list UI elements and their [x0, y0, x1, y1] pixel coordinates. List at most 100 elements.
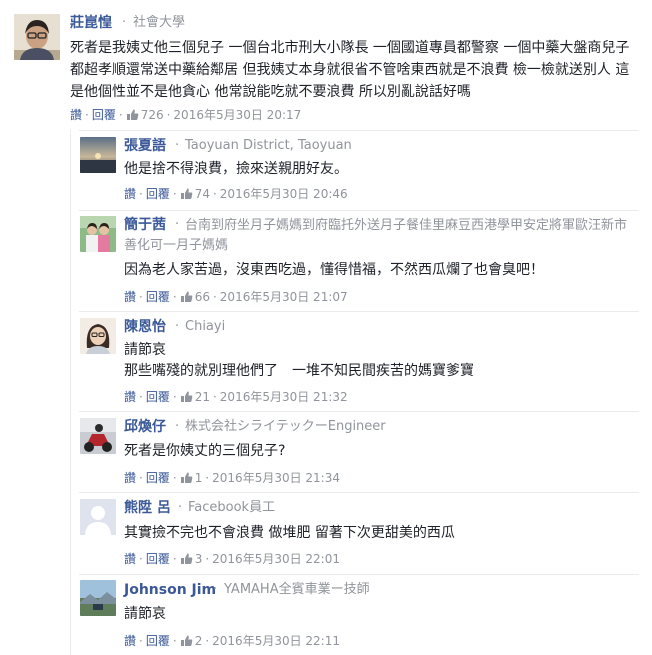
separator-dot: ·: [172, 390, 177, 404]
commenter-name[interactable]: 莊崑惶: [70, 14, 112, 32]
reply-link[interactable]: 回覆: [146, 471, 170, 485]
avatar[interactable]: [80, 580, 116, 616]
default-profile-icon: [80, 499, 116, 535]
avatar[interactable]: [80, 137, 116, 173]
comment-text: 死者是我姨丈他三個兒子 一個台北市刑大小隊長 一個國道專員都警察 一個中藥大盤商…: [70, 40, 630, 100]
like-thumb-icon: [180, 390, 193, 407]
separator-dot: ·: [212, 290, 217, 304]
reply-divider: [79, 311, 639, 312]
like-link[interactable]: 讚: [124, 187, 136, 201]
separator-dot: ·: [139, 471, 143, 485]
separator-dot: ·: [172, 471, 177, 485]
separator-dot: ·: [85, 108, 89, 122]
person-photo-icon: [14, 14, 60, 60]
separator-dot: ·: [212, 390, 217, 404]
reply-link[interactable]: 回覆: [92, 108, 116, 122]
separator-dot: ·: [175, 319, 180, 334]
like-link[interactable]: 讚: [124, 390, 136, 404]
avatar[interactable]: [80, 418, 116, 454]
like-link[interactable]: 讚: [124, 290, 136, 304]
separator-dot: ·: [205, 634, 210, 648]
separator-dot: ·: [205, 471, 210, 485]
like-count[interactable]: 66: [195, 290, 210, 304]
separator-dot: ·: [172, 552, 177, 566]
reply-thread-line: [70, 130, 71, 655]
like-thumb-icon: [180, 634, 193, 651]
separator-dot: ·: [172, 634, 177, 648]
separator-dot: ·: [172, 290, 177, 304]
commenter-meta[interactable]: Chiayi: [185, 318, 225, 336]
comment-time[interactable]: 2016年5月30日 22:11: [212, 634, 340, 648]
separator-dot: ·: [178, 500, 183, 515]
comment-time[interactable]: 2016年5月30日 21:34: [212, 471, 340, 485]
like-link[interactable]: 讚: [70, 108, 82, 122]
comment-text: 請節哀: [124, 606, 166, 622]
reply-link[interactable]: 回覆: [146, 634, 170, 648]
comment-actions: 讚 · 回覆 · 1 · 2016年5月30日 21:34: [124, 470, 340, 488]
commenter-name[interactable]: 邱煥仔: [124, 418, 166, 436]
like-link[interactable]: 讚: [124, 634, 136, 648]
comment-text: 因為老人家苦過，沒東西吃過，懂得惜福，不然西瓜爛了也會臭吧！: [124, 262, 544, 278]
separator-dot: ·: [175, 419, 180, 434]
separator-dot: ·: [122, 15, 127, 30]
reply-link[interactable]: 回覆: [146, 390, 170, 404]
like-count[interactable]: 74: [195, 187, 210, 201]
reply-link[interactable]: 回覆: [146, 552, 170, 566]
separator-dot: ·: [175, 138, 180, 153]
reply-divider: [79, 130, 639, 131]
reply-link[interactable]: 回覆: [146, 290, 170, 304]
comment-text: 其實撿不完也不會浪費 做堆肥 留著下次更甜美的西瓜: [124, 525, 455, 541]
person-photo-icon: [80, 318, 116, 354]
comment-text: 他是捨不得浪費，撿來送親朋好友。: [124, 161, 348, 177]
avatar[interactable]: [14, 14, 60, 60]
commenter-meta[interactable]: 社會大學: [133, 14, 185, 32]
sunset-photo-icon: [80, 137, 116, 173]
commenter-meta[interactable]: YAMAHA全賓車業ー技師: [224, 581, 370, 599]
reply-divider: [79, 492, 639, 493]
separator-dot: ·: [139, 390, 143, 404]
comment-time[interactable]: 2016年5月30日 22:01: [212, 552, 340, 566]
separator-dot: ·: [118, 108, 123, 122]
reply-divider: [79, 411, 639, 412]
separator-dot: ·: [205, 552, 210, 566]
reply-divider: [79, 574, 639, 575]
comment-actions: 讚 · 回覆 · 74 · 2016年5月30日 20:46: [124, 186, 348, 204]
separator-dot: ·: [139, 290, 143, 304]
two-people-photo-icon: [80, 216, 116, 252]
like-count[interactable]: 726: [141, 108, 164, 122]
like-link[interactable]: 讚: [124, 552, 136, 566]
commenter-meta[interactable]: 台南到府坐月子媽媽到府臨托外送月子餐佳里麻豆西港學甲安定將軍歐汪新市善化可一月子…: [124, 216, 634, 256]
like-count[interactable]: 21: [195, 390, 210, 404]
comment-actions: 讚 · 回覆 · 726 · 2016年5月30日 20:17: [70, 107, 301, 125]
commenter-meta[interactable]: Taoyuan District, Taoyuan: [185, 137, 352, 155]
separator-dot: ·: [172, 187, 177, 201]
comment-actions: 讚 · 回覆 · 2 · 2016年5月30日 22:11: [124, 633, 340, 651]
commenter-name[interactable]: 熊陞 呂: [124, 499, 171, 517]
avatar[interactable]: [80, 216, 116, 252]
separator-dot: ·: [139, 552, 143, 566]
comment-top: 莊崑惶 · 社會大學 死者是我姨丈他三個兒子 一個台北市刑大小隊長 一個國道專員…: [0, 0, 652, 130]
comment-text-line: 那些嘴殘的就別理他們了 一堆不知民間疾苦的媽寶爹寶: [124, 363, 474, 379]
motorcycle-photo-icon: [80, 418, 116, 454]
comment-time[interactable]: 2016年5月30日 21:32: [220, 390, 348, 404]
avatar[interactable]: [80, 499, 116, 535]
like-thumb-icon: [180, 290, 193, 307]
commenter-meta[interactable]: Facebook員工: [188, 499, 275, 517]
comment-time[interactable]: 2016年5月30日 21:07: [220, 290, 348, 304]
commenter-name[interactable]: Johnson Jim: [124, 581, 216, 599]
separator-dot: ·: [139, 634, 143, 648]
commenter-name[interactable]: 陳恩怡: [124, 318, 166, 336]
comment-actions: 讚 · 回覆 · 21 · 2016年5月30日 21:32: [124, 389, 348, 407]
like-thumb-icon: [180, 471, 193, 488]
comment-time[interactable]: 2016年5月30日 20:46: [220, 187, 348, 201]
avatar[interactable]: [80, 318, 116, 354]
comment-actions: 讚 · 回覆 · 3 · 2016年5月30日 22:01: [124, 551, 340, 569]
like-thumb-icon: [126, 108, 139, 125]
reply-link[interactable]: 回覆: [146, 187, 170, 201]
commenter-name[interactable]: 張夏語: [124, 137, 166, 155]
landscape-photo-icon: [80, 580, 116, 616]
commenter-meta[interactable]: 株式会社シライテックーEngineer: [185, 418, 386, 436]
like-link[interactable]: 讚: [124, 471, 136, 485]
comment-time[interactable]: 2016年5月30日 20:17: [173, 108, 301, 122]
comment-text: 死者是你姨丈的三個兒子?: [124, 443, 286, 459]
